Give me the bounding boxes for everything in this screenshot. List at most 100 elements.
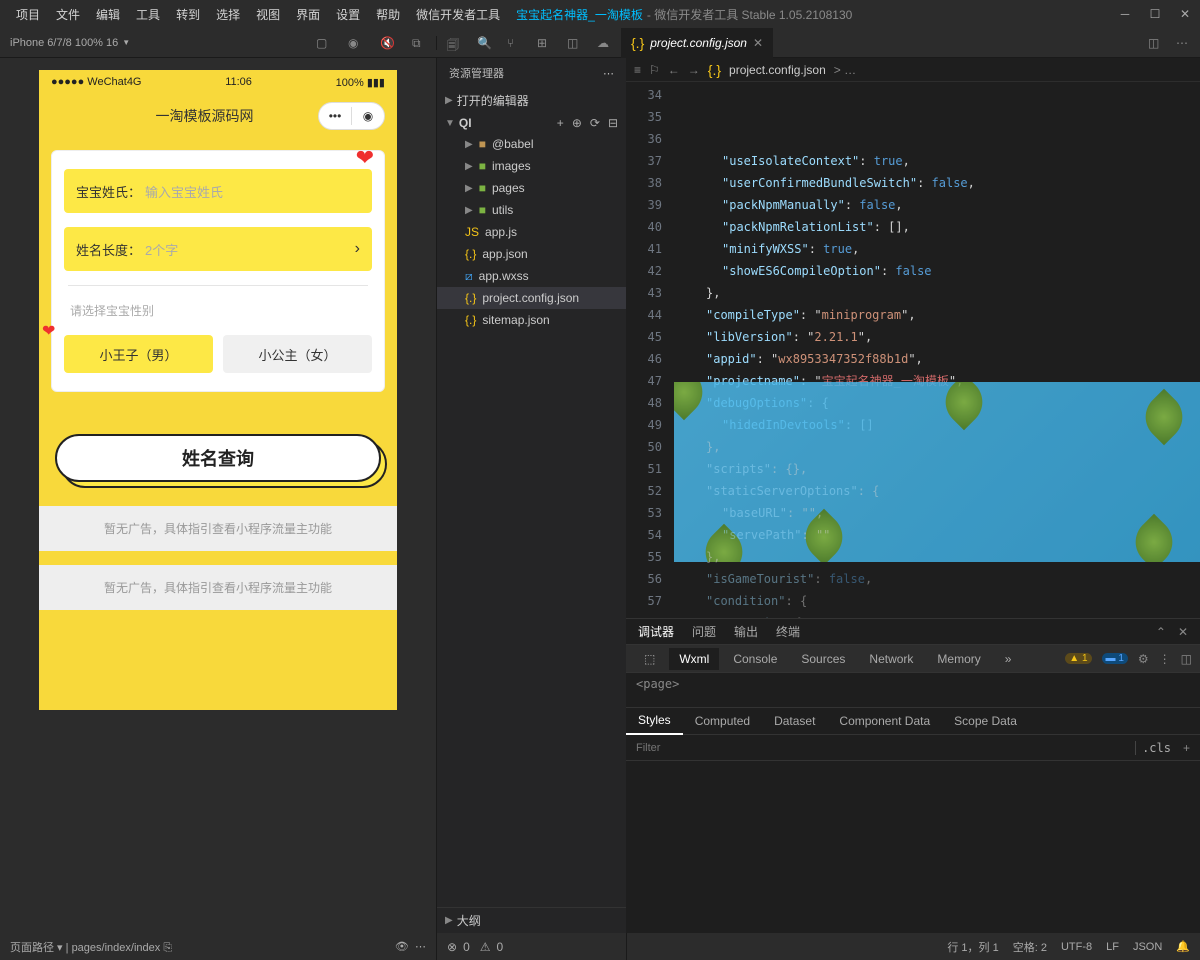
breadcrumb-file[interactable]: project.config.json [729,63,826,77]
gear-icon[interactable]: ⚙ [1138,652,1149,666]
open-editors-section[interactable]: ▶打开的编辑器 [437,88,626,113]
branch-icon[interactable]: ⑂ [507,36,521,50]
page-tag[interactable]: <page> [626,673,1200,695]
record-icon[interactable]: ◉ [348,36,362,50]
ext-icon[interactable]: ⊞ [537,36,551,50]
outline-section[interactable]: ▶大纲 [437,907,626,933]
menu-help[interactable]: 帮助 [368,2,408,27]
editor-area: ≡ ⚐ ← → {.} project.config.json > … 3435… [626,58,1200,933]
capsule-close-icon[interactable]: ◉ [352,109,384,123]
dock-icon[interactable]: ◫ [1181,652,1192,666]
info-badge[interactable]: ▬ 1 [1102,653,1128,664]
menu-project[interactable]: 项目 [8,2,48,27]
menu-wechat-devtools[interactable]: 微信开发者工具 [408,2,508,27]
dots-icon[interactable]: ⋮ [1159,652,1171,666]
forward-icon[interactable]: → [688,63,700,77]
more-icon[interactable]: ⋯ [1176,36,1190,50]
new-file-icon[interactable]: + [557,116,564,130]
warning-icon[interactable]: ⚠ [480,940,491,954]
search-icon[interactable]: 🔍 [477,36,491,50]
close-tab-icon[interactable]: ✕ [753,36,763,50]
dataset-tab[interactable]: Dataset [762,714,827,728]
tab-problems[interactable]: 问题 [692,623,716,640]
capsule-button[interactable]: ••• ◉ [318,102,385,130]
lang-info[interactable]: JSON [1133,941,1162,953]
editor-tab[interactable]: {.} project.config.json ✕ [621,28,773,58]
cloud-icon[interactable]: ☁ [597,36,611,50]
chevron-up-icon[interactable]: ⌃ [1156,625,1166,639]
eol-info[interactable]: LF [1106,941,1119,953]
menu-goto[interactable]: 转到 [168,2,208,27]
menu-select[interactable]: 选择 [208,2,248,27]
menu-settings[interactable]: 设置 [328,2,368,27]
eye-icon[interactable]: 👁 [395,941,409,953]
styles-tab[interactable]: Styles [626,707,683,735]
device-icon[interactable]: ▢ [316,36,330,50]
menu-interface[interactable]: 界面 [288,2,328,27]
explorer-more-icon[interactable]: ⋯ [603,67,614,80]
bookmark-icon[interactable]: ⚐ [649,63,660,77]
files-icon[interactable]: 🗐 [447,36,461,50]
new-folder-icon[interactable]: ⊕ [572,116,582,130]
subtab-wxml[interactable]: Wxml [669,648,719,670]
menu-file[interactable]: 文件 [48,2,88,27]
form-card: ❤ ❤ 宝宝姓氏： 输入宝宝姓氏 姓名长度： 2个字 › 请选择宝宝性别 小王子… [51,150,385,392]
subtab-network[interactable]: Network [859,648,923,670]
file-app.wxss[interactable]: ⧄app.wxss [437,265,626,287]
menu-tools[interactable]: 工具 [128,2,168,27]
file-project.config.json[interactable]: {.}project.config.json [437,287,626,309]
close-button[interactable]: ✕ [1178,7,1192,21]
maximize-button[interactable]: ☐ [1148,7,1162,21]
project-root[interactable]: ▼QI + ⊕ ⟳ ⊟ [437,113,626,133]
split-icon[interactable]: ◫ [1148,36,1162,50]
filter-input[interactable] [636,742,1135,754]
length-field[interactable]: 姓名长度： 2个字 › [64,227,372,271]
mute-icon[interactable]: 🔇 [380,36,394,50]
subtab-memory[interactable]: Memory [927,648,990,670]
search-name-button[interactable]: 姓名查询 [55,434,381,482]
file-app.js[interactable]: JSapp.js [437,221,626,243]
add-style-icon[interactable]: + [1177,741,1190,755]
girl-button[interactable]: 小公主（女） [223,335,372,373]
close-devtools-icon[interactable]: ✕ [1178,625,1188,639]
cls-toggle[interactable]: .cls [1135,741,1177,755]
error-icon[interactable]: ⊗ [447,940,457,954]
subtab-more-icon[interactable]: » [995,648,1022,670]
surname-field[interactable]: 宝宝姓氏： 输入宝宝姓氏 [64,169,372,213]
file-utils[interactable]: ▶■utils [437,199,626,221]
component-data-tab[interactable]: Component Data [827,714,942,728]
menu-icon[interactable]: ≡ [634,63,641,77]
menu-view[interactable]: 视图 [248,2,288,27]
computed-tab[interactable]: Computed [683,714,762,728]
copy-icon[interactable]: ⎘ [163,942,172,954]
file-@babel[interactable]: ▶■@babel [437,133,626,155]
tab-output[interactable]: 输出 [734,623,758,640]
collapse-icon[interactable]: ⊟ [608,116,618,130]
panel-icon[interactable]: ◫ [567,36,581,50]
file-pages[interactable]: ▶■pages [437,177,626,199]
inspect-icon[interactable]: ⬚ [634,648,665,670]
cursor-position[interactable]: 行 1，列 1 [947,939,998,955]
tab-debugger[interactable]: 调试器 [638,623,674,640]
indent-info[interactable]: 空格: 2 [1013,939,1047,955]
more-icon[interactable]: ⋯ [415,941,426,953]
code-editor[interactable]: 3435363738394041424344454647484950515253… [626,82,1200,618]
file-sitemap.json[interactable]: {.}sitemap.json [437,309,626,331]
tab-terminal[interactable]: 终端 [776,623,800,640]
subtab-console[interactable]: Console [723,648,787,670]
back-icon[interactable]: ← [668,63,680,77]
device-selector[interactable]: iPhone 6/7/8 100% 16 ▼ [10,37,130,49]
refresh-icon[interactable]: ⟳ [590,116,600,130]
file-images[interactable]: ▶■images [437,155,626,177]
warning-badge[interactable]: ▲ 1 [1065,653,1091,664]
minimize-button[interactable]: ─ [1118,7,1132,21]
popup-icon[interactable]: ⧉ [412,36,426,50]
subtab-sources[interactable]: Sources [791,648,855,670]
encoding-info[interactable]: UTF-8 [1061,941,1092,953]
notification-icon[interactable]: 🔔 [1176,940,1190,953]
menu-edit[interactable]: 编辑 [88,2,128,27]
scope-data-tab[interactable]: Scope Data [942,714,1029,728]
file-app.json[interactable]: {.}app.json [437,243,626,265]
boy-button[interactable]: 小王子（男） [64,335,213,373]
capsule-menu-icon[interactable]: ••• [319,109,351,123]
